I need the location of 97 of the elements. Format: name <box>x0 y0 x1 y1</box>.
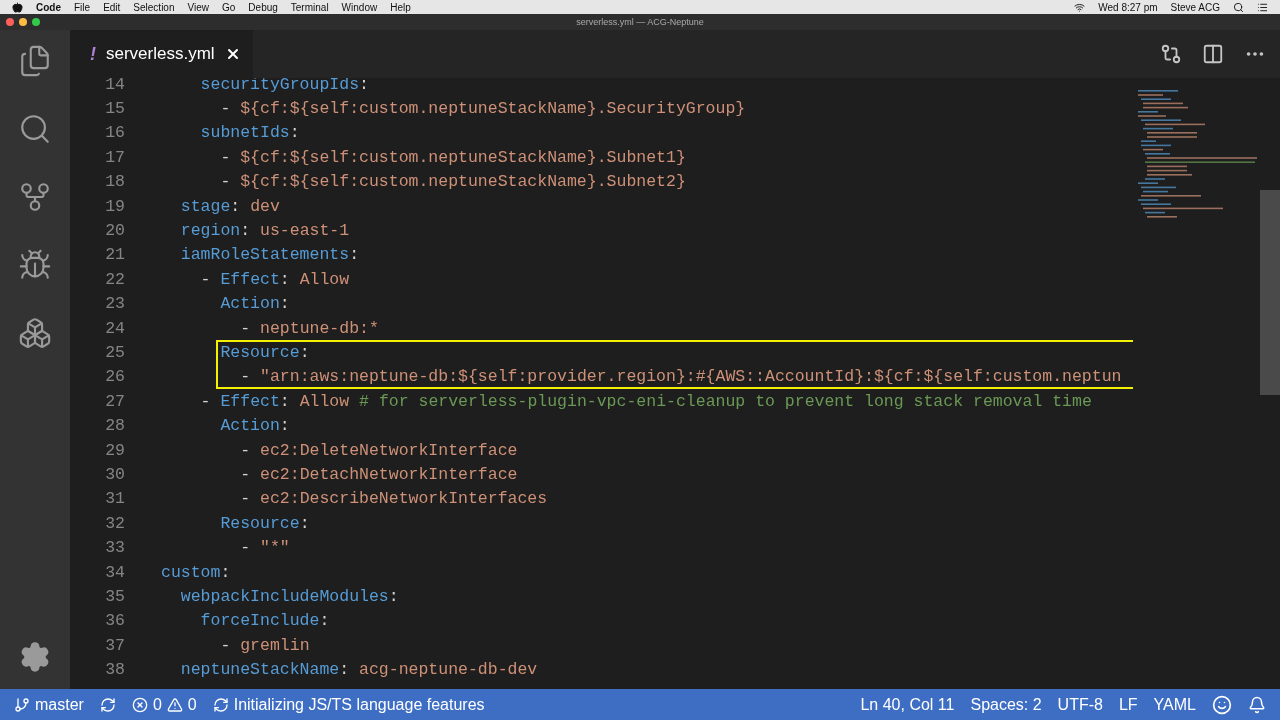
sync-icon <box>212 696 229 713</box>
code-line: Action: <box>219 294 290 314</box>
line-number: 22 <box>104 269 125 289</box>
line-number: 17 <box>104 147 125 167</box>
code-line: - ${cf:${self:custom.neptuneStackName}.SecurityGroup} <box>219 99 746 119</box>
line-number: 34 <box>104 562 125 582</box>
task-status[interactable]: Initializing JS/TS language features <box>233 695 485 714</box>
line-number: 15 <box>104 99 125 119</box>
menu-item[interactable]: File <box>74 1 91 13</box>
menu-item[interactable]: Window <box>341 1 378 13</box>
menu-item[interactable]: Edit <box>103 1 121 13</box>
line-number: 24 <box>104 318 125 338</box>
warning-icon <box>166 696 183 713</box>
line-number: 19 <box>104 196 125 216</box>
settings-icon[interactable] <box>19 641 51 673</box>
zoom-light[interactable] <box>32 18 40 26</box>
branch-icon <box>14 696 30 713</box>
extensions-icon[interactable] <box>18 316 52 350</box>
encoding-status[interactable]: UTF-8 <box>1057 695 1103 714</box>
code-line: - "arn:aws:neptune-db:${self:provider.region}:#{AWS::AccountId}:${cf:${self:custom.neptun <box>239 367 1122 387</box>
branch-icon[interactable] <box>18 180 52 214</box>
wifi-icon <box>1074 1 1086 13</box>
line-number: 27 <box>104 391 125 411</box>
line-number: 14 <box>104 78 125 94</box>
menu-item[interactable]: Debug <box>248 1 278 13</box>
code-line: - Effect: Allow # for serverless-plugin-vpc-eni-cleanup to prevent long stack removal time <box>199 391 1092 411</box>
menu-user[interactable]: Steve ACG <box>1170 1 1220 13</box>
files-icon[interactable] <box>18 44 52 78</box>
code-line: forceInclude: <box>199 611 330 631</box>
code-line: neptuneStackName: acg-neptune-db-dev <box>179 660 538 680</box>
code-line: - ec2:DetachNetworkInterface <box>239 464 518 484</box>
line-ending-status[interactable]: LF <box>1118 695 1138 714</box>
code-line: custom: <box>161 562 231 582</box>
line-number: 16 <box>104 123 125 143</box>
split-editor-icon[interactable] <box>1202 43 1224 65</box>
code-line: - ec2:DeleteNetworkInterface <box>239 440 518 460</box>
window-title: serverless.yml — ACG-Neptune <box>576 17 704 27</box>
menu-item[interactable]: Selection <box>133 1 175 13</box>
bell-icon <box>1248 695 1266 714</box>
error-icon <box>131 696 148 713</box>
menu-item[interactable]: Terminal <box>290 1 329 13</box>
code-line: Resource: <box>219 343 310 362</box>
line-number: 28 <box>104 416 125 436</box>
code-line: - ec2:DescribeNetworkInterfaces <box>239 489 548 509</box>
bug-icon[interactable] <box>18 248 52 282</box>
code-line: subnetIds: <box>199 123 300 143</box>
error-count[interactable]: 0 <box>152 695 162 714</box>
code-line: - ${cf:${self:custom.neptuneStackName}.Subnet2} <box>219 172 686 192</box>
menu-item[interactable]: Help <box>390 1 411 13</box>
line-number: 33 <box>104 538 125 558</box>
code-line: - Effect: Allow <box>199 269 350 289</box>
code-line: Resource: <box>219 513 310 533</box>
list-icon <box>1257 1 1268 13</box>
code-line: stage: dev <box>179 196 280 216</box>
line-number: 21 <box>104 245 125 265</box>
app-menu[interactable]: Code <box>36 1 61 13</box>
cursor-position[interactable]: Ln 40, Col 11 <box>860 695 955 714</box>
line-number: 26 <box>104 367 125 387</box>
code-line: iamRoleStatements: <box>179 245 360 265</box>
code-line: region: us-east-1 <box>179 221 350 241</box>
language-status[interactable]: YAML <box>1153 695 1196 714</box>
menu-clock: Wed 8:27 pm <box>1098 1 1158 13</box>
line-number: 20 <box>104 221 125 241</box>
code-line: - gremlin <box>219 635 310 655</box>
code-line: webpackIncludeModules: <box>179 586 399 606</box>
scrollbar-thumb[interactable] <box>1260 190 1280 395</box>
minimize-light[interactable] <box>19 18 27 26</box>
menu-item[interactable]: View <box>187 1 209 13</box>
close-light[interactable] <box>6 18 14 26</box>
code-line: - "*" <box>239 538 290 558</box>
compare-icon[interactable] <box>1160 43 1182 65</box>
line-number: 25 <box>104 343 125 362</box>
line-number: 29 <box>104 440 125 460</box>
line-number: 38 <box>104 660 125 680</box>
apple-logo-icon[interactable] <box>12 1 23 13</box>
menu-item[interactable]: Go <box>222 1 236 13</box>
branch-name[interactable]: master <box>35 695 84 714</box>
smiley-icon <box>1212 694 1232 715</box>
code-line: Action: <box>219 416 290 436</box>
code-line: - ${cf:${self:custom.neptuneStackName}.Subnet1} <box>219 147 686 167</box>
code-line: - neptune-db:* <box>239 318 379 338</box>
tab-label: serverless.yml <box>106 44 215 64</box>
indentation-status[interactable]: Spaces: 2 <box>970 695 1042 714</box>
line-number: 30 <box>104 464 125 484</box>
sync-icon <box>99 696 116 713</box>
warning-count[interactable]: 0 <box>187 695 197 714</box>
line-number: 23 <box>104 294 125 314</box>
line-number: 18 <box>104 172 125 192</box>
line-number: 32 <box>104 513 125 533</box>
line-number: 35 <box>104 586 125 606</box>
warning-marker: ! <box>90 43 96 65</box>
editor-tab[interactable]: ! serverless.yml <box>70 30 253 78</box>
line-number: 31 <box>104 489 125 509</box>
search-icon <box>1233 1 1244 13</box>
line-number: 37 <box>104 635 125 655</box>
search-icon[interactable] <box>18 112 52 146</box>
line-number: 36 <box>104 611 125 631</box>
